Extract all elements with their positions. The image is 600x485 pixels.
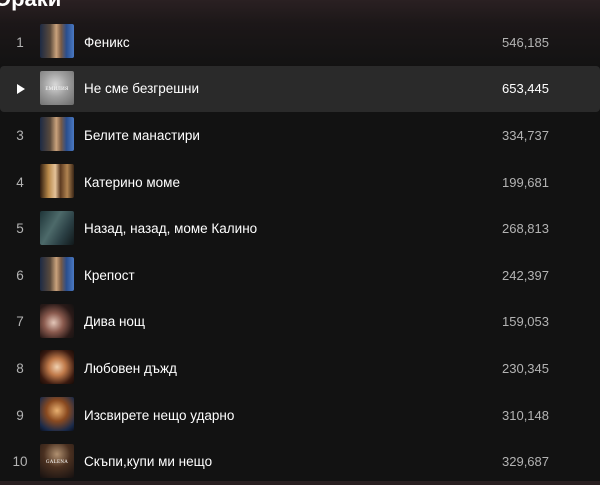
track-index: 8 xyxy=(16,360,24,376)
track-title[interactable]: Дива нощ xyxy=(84,299,145,346)
play-button[interactable] xyxy=(0,66,40,113)
track-title[interactable]: Скъпи,купи ми нещо xyxy=(84,438,212,485)
album-cover xyxy=(40,397,74,432)
play-count: 653,445 xyxy=(502,81,549,97)
album-cover-lettering: ЕМИЛИЯ xyxy=(45,86,69,92)
track-title[interactable]: Крепост xyxy=(84,252,135,299)
album-cover xyxy=(40,210,74,245)
track-row[interactable]: ЕМИЛИЯ Не сме безгрешни 653,445 xyxy=(0,65,600,113)
track-list: 1 Феникс 546,185 ЕМИЛИЯ Не сме безгрешни 653,… xyxy=(0,19,600,485)
track-index: 3 xyxy=(16,127,24,143)
play-count: 230,345 xyxy=(502,360,549,376)
section-heading: Ораки xyxy=(0,0,61,12)
track-index: 9 xyxy=(16,407,24,423)
play-icon xyxy=(17,83,25,94)
track-title[interactable]: Катерино моме xyxy=(84,159,180,206)
album-cover xyxy=(40,24,74,59)
album-cover xyxy=(40,303,74,338)
track-index: 1 xyxy=(16,34,24,50)
track-title[interactable]: Не сме безгрешни xyxy=(84,66,199,113)
play-count: 329,687 xyxy=(502,454,549,470)
track-row[interactable]: 7 Дива нощ 159,053 xyxy=(0,299,600,346)
track-title[interactable]: Назад, назад, моме Калино xyxy=(84,205,257,252)
play-count: 159,053 xyxy=(502,314,549,330)
track-title[interactable]: Феникс xyxy=(84,19,130,66)
album-cover: ЕМИЛИЯ xyxy=(40,70,74,105)
album-cover-lettering: GALENA xyxy=(45,459,69,465)
album-cover xyxy=(40,117,74,152)
track-title[interactable]: Любовен дъжд xyxy=(84,345,177,392)
album-cover: GALENA xyxy=(40,443,74,478)
album-cover xyxy=(40,164,74,199)
track-row[interactable]: 4 Катерино моме 199,681 xyxy=(0,159,600,206)
play-count: 334,737 xyxy=(502,127,549,143)
track-row[interactable]: 9 Изсвирете нещо ударно 310,148 xyxy=(0,392,600,439)
play-count: 268,813 xyxy=(502,221,549,237)
track-index: 5 xyxy=(16,221,24,237)
album-cover xyxy=(40,257,74,292)
track-title[interactable]: Белите манастири xyxy=(84,112,200,159)
play-count: 199,681 xyxy=(502,174,549,190)
track-index: 4 xyxy=(16,174,24,190)
track-index: 7 xyxy=(16,314,24,330)
track-row[interactable]: 6 Крепост 242,397 xyxy=(0,252,600,299)
track-row[interactable]: 1 Феникс 546,185 xyxy=(0,19,600,66)
play-count: 310,148 xyxy=(502,407,549,423)
track-index: 6 xyxy=(16,267,24,283)
track-row[interactable]: 5 Назад, назад, моме Калино 268,813 xyxy=(0,205,600,252)
track-index: 10 xyxy=(12,454,28,470)
play-count: 546,185 xyxy=(502,34,549,50)
track-row[interactable]: 8 Любовен дъжд 230,345 xyxy=(0,345,600,392)
track-title[interactable]: Изсвирете нещо ударно xyxy=(84,392,234,439)
album-cover xyxy=(40,350,74,385)
track-row[interactable]: 10 GALENA Скъпи,купи ми нещо 329,687 xyxy=(0,438,600,485)
track-row[interactable]: 3 Белите манастири 334,737 xyxy=(0,112,600,159)
play-count: 242,397 xyxy=(502,267,549,283)
